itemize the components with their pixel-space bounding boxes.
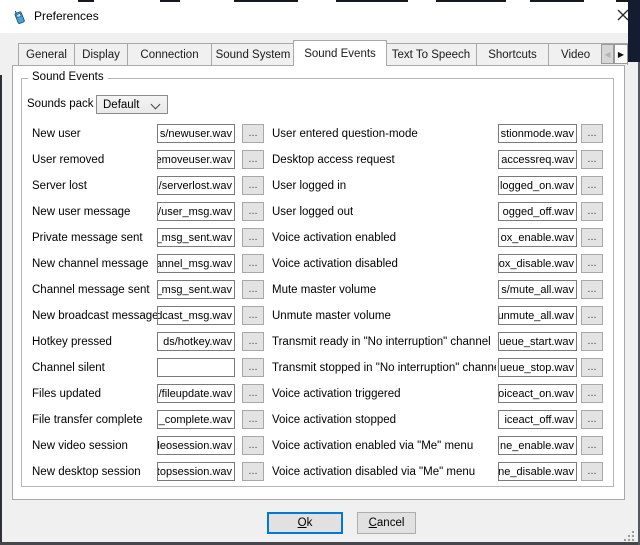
sound-file-value: ueue_stop.wav — [500, 362, 574, 374]
sound-file-input[interactable]: oiceact_on.wav — [498, 384, 577, 403]
sound-file-value: ne_enable.wav — [500, 440, 574, 452]
sound-event-row: Unmute master volume unmute_all.wav ... — [0, 303, 640, 329]
browse-button[interactable]: ... — [581, 228, 603, 247]
sound-event-row: Voice activation disabled ox_disable.wav… — [0, 251, 640, 277]
sound-file-value: ueue_start.wav — [499, 336, 574, 348]
browse-button[interactable]: ... — [581, 202, 603, 221]
sound-file-value: oiceact_on.wav — [498, 388, 574, 400]
sound-event-row: User logged out ogged_off.wav ... — [0, 199, 640, 225]
browse-button[interactable]: ... — [581, 176, 603, 195]
sound-file-value: ogged_off.wav — [503, 206, 574, 218]
event-label: User logged in — [272, 180, 346, 192]
tab-text-to-speech[interactable]: Text To Speech — [385, 43, 477, 65]
cancel-button[interactable]: Cancel — [357, 512, 416, 534]
sound-file-value: stionmode.wav — [501, 128, 574, 140]
event-label: Voice activation disabled via "Me" menu — [272, 466, 475, 478]
sound-file-input[interactable]: ne_enable.wav — [498, 436, 577, 455]
sound-event-row: Mute master volume s/mute_all.wav ... — [0, 277, 640, 303]
event-label: Desktop access request — [272, 154, 395, 166]
sound-file-input[interactable]: iceact_off.wav — [498, 410, 577, 429]
ok-button[interactable]: Ok — [267, 512, 343, 534]
tab-sound-events[interactable]: Sound Events — [293, 40, 387, 66]
event-label: Voice activation enabled via "Me" menu — [272, 440, 473, 452]
sound-file-value: logged_on.wav — [500, 180, 574, 192]
resize-grip[interactable] — [632, 531, 634, 533]
browse-button[interactable]: ... — [581, 410, 603, 429]
sound-file-input[interactable]: ogged_off.wav — [498, 202, 577, 221]
sounds-pack-value: Default — [103, 99, 139, 111]
sound-file-input[interactable]: logged_on.wav — [498, 176, 577, 195]
tab-scroll-right-button[interactable]: ▶ — [614, 44, 628, 64]
event-label: User entered question-mode — [272, 128, 418, 140]
sound-event-row: User entered question-mode stionmode.wav… — [0, 121, 640, 147]
sound-file-value: accessreq.wav — [501, 154, 574, 166]
sound-event-row: Transmit ready in "No interruption" chan… — [0, 329, 640, 355]
chevron-down-icon — [151, 100, 161, 110]
sound-file-input[interactable]: ox_enable.wav — [498, 228, 577, 247]
browse-button[interactable]: ... — [581, 150, 603, 169]
browse-button[interactable]: ... — [581, 124, 603, 143]
sound-file-input[interactable]: stionmode.wav — [498, 124, 577, 143]
arrow-right-icon: ▶ — [618, 50, 624, 59]
browse-button[interactable]: ... — [581, 384, 603, 403]
app-icon — [12, 9, 27, 24]
browse-button[interactable]: ... — [581, 254, 603, 273]
event-label: Mute master volume — [272, 284, 376, 296]
screen-edge-artifact-right-top — [628, 0, 640, 62]
browse-button[interactable]: ... — [581, 280, 603, 299]
event-label: Voice activation triggered — [272, 388, 401, 400]
sound-file-input[interactable]: ox_disable.wav — [498, 254, 577, 273]
browse-button[interactable]: ... — [581, 358, 603, 377]
browse-button[interactable]: ... — [581, 332, 603, 351]
sound-file-value: s/mute_all.wav — [501, 284, 574, 296]
sound-file-value: ox_disable.wav — [499, 258, 574, 270]
sound-file-value: unmute_all.wav — [498, 310, 574, 322]
tab-connection[interactable]: Connection — [127, 43, 212, 65]
event-label: Voice activation disabled — [272, 258, 398, 270]
sound-event-row: Transmit stopped in "No interruption" ch… — [0, 355, 640, 381]
sounds-pack-select[interactable]: Default — [96, 95, 168, 114]
sound-event-row: Voice activation enabled via "Me" menu n… — [0, 433, 640, 459]
sound-event-row: Desktop access request accessreq.wav ... — [0, 147, 640, 173]
event-label: Unmute master volume — [272, 310, 391, 322]
tab-sound-system[interactable]: Sound System — [211, 43, 295, 65]
groupbox-title: Sound Events — [28, 71, 108, 83]
sound-event-row: Voice activation stopped iceact_off.wav … — [0, 407, 640, 433]
preferences-dialog: Preferences VideoShortcutsText To Speech… — [0, 0, 640, 545]
sound-event-row: User logged in logged_on.wav ... — [0, 173, 640, 199]
sound-file-value: iceact_off.wav — [504, 414, 574, 426]
window-title: Preferences — [34, 9, 99, 23]
sound-file-input[interactable]: ne_disable.wav — [498, 462, 577, 481]
sound-file-input[interactable]: s/mute_all.wav — [498, 280, 577, 299]
tab-scroll-left-button[interactable]: ◀ — [601, 44, 614, 64]
sounds-pack-label: Sounds pack — [27, 98, 94, 110]
sound-file-input[interactable]: ueue_start.wav — [498, 332, 577, 351]
browse-button[interactable]: ... — [581, 306, 603, 325]
tab-display[interactable]: Display — [74, 43, 128, 65]
title-bar: Preferences — [0, 0, 628, 33]
event-label: Voice activation stopped — [272, 414, 396, 426]
sound-event-row: Voice activation disabled via "Me" menu … — [0, 459, 640, 485]
event-label: Transmit stopped in "No interruption" ch… — [272, 362, 496, 374]
sound-file-input[interactable]: unmute_all.wav — [498, 306, 577, 325]
sound-file-input[interactable]: ueue_stop.wav — [498, 358, 577, 377]
browse-button[interactable]: ... — [581, 436, 603, 455]
event-label: User logged out — [272, 206, 353, 218]
tab-shortcuts[interactable]: Shortcuts — [476, 43, 549, 65]
event-label: Transmit ready in "No interruption" chan… — [272, 336, 491, 348]
sound-event-row: Voice activation enabled ox_enable.wav .… — [0, 225, 640, 251]
event-label: Voice activation enabled — [272, 232, 396, 244]
browse-button[interactable]: ... — [581, 462, 603, 481]
arrow-left-icon: ◀ — [604, 50, 610, 59]
sound-file-value: ox_enable.wav — [501, 232, 574, 244]
tab-general[interactable]: General — [18, 43, 75, 65]
sound-file-input[interactable]: accessreq.wav — [498, 150, 577, 169]
sound-file-value: ne_disable.wav — [498, 466, 574, 478]
sound-event-row: Voice activation triggered oiceact_on.wa… — [0, 381, 640, 407]
